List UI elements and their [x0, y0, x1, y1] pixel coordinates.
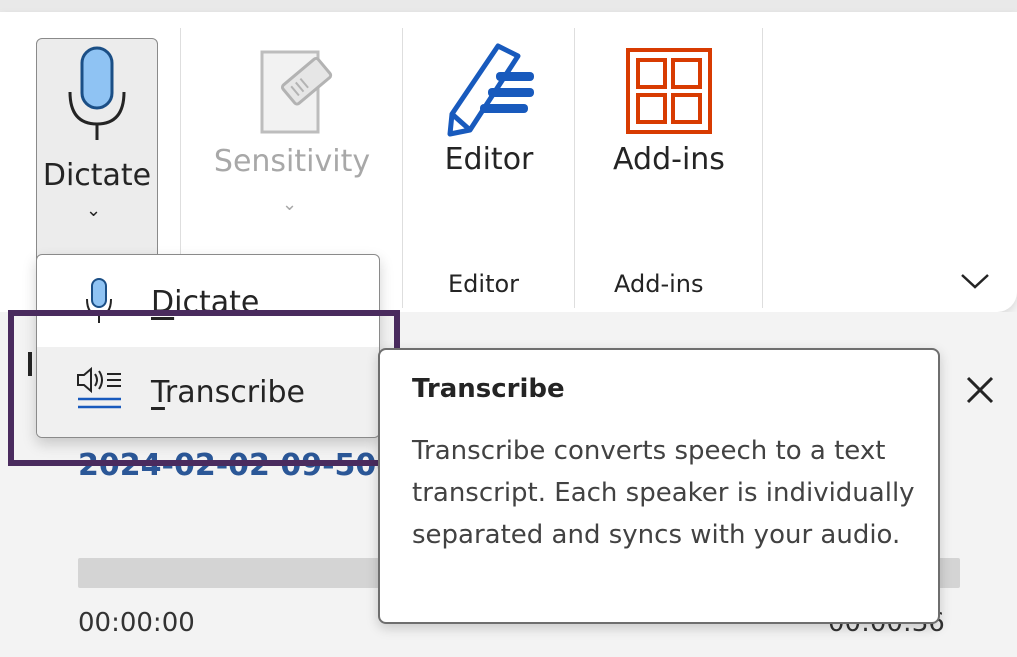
- editor-group-label: Editor: [448, 270, 520, 298]
- editor-pen-icon: [447, 43, 534, 137]
- transcribe-tooltip: Transcribe Transcribe converts speech to…: [378, 348, 940, 624]
- time-start: 00:00:00: [78, 608, 195, 638]
- microphone-icon: [86, 278, 112, 323]
- menu-item-dictate-label: Dictate: [151, 285, 260, 320]
- transcribe-icon: [77, 366, 121, 409]
- menu-item-dictate[interactable]: Dictate: [37, 255, 379, 345]
- dictate-label: Dictate: [42, 158, 152, 193]
- ribbon-separator: [574, 28, 575, 308]
- microphone-icon: [68, 46, 126, 140]
- dictate-dropdown-menu: Dictate Transcribe: [36, 254, 380, 438]
- add-ins-label: Add-ins: [613, 142, 725, 177]
- dictate-chevron-icon[interactable]: ⌄: [86, 200, 101, 221]
- recording-title[interactable]: 2024-02-02 09-50-: [78, 448, 389, 483]
- chevron-down-icon[interactable]: [958, 270, 992, 292]
- add-ins-group-label: Add-ins: [614, 270, 704, 298]
- menu-item-transcribe-label: Transcribe: [151, 375, 305, 410]
- tooltip-title: Transcribe: [412, 374, 565, 404]
- ribbon-separator: [402, 28, 403, 308]
- tooltip-body: Transcribe converts speech to a text tra…: [412, 436, 915, 550]
- close-icon[interactable]: [962, 372, 998, 408]
- sensitivity-label-icon: [260, 50, 333, 134]
- editor-label: Editor: [444, 142, 534, 177]
- sensitivity-label: Sensitivity: [213, 144, 371, 179]
- window-top-strip: [0, 0, 1017, 12]
- pane-header-fragment: [28, 352, 32, 376]
- ribbon-separator: [762, 28, 763, 308]
- add-ins-grid-icon: [626, 48, 712, 134]
- sensitivity-chevron-icon: ⌄: [282, 194, 298, 215]
- menu-item-transcribe[interactable]: Transcribe: [37, 347, 379, 437]
